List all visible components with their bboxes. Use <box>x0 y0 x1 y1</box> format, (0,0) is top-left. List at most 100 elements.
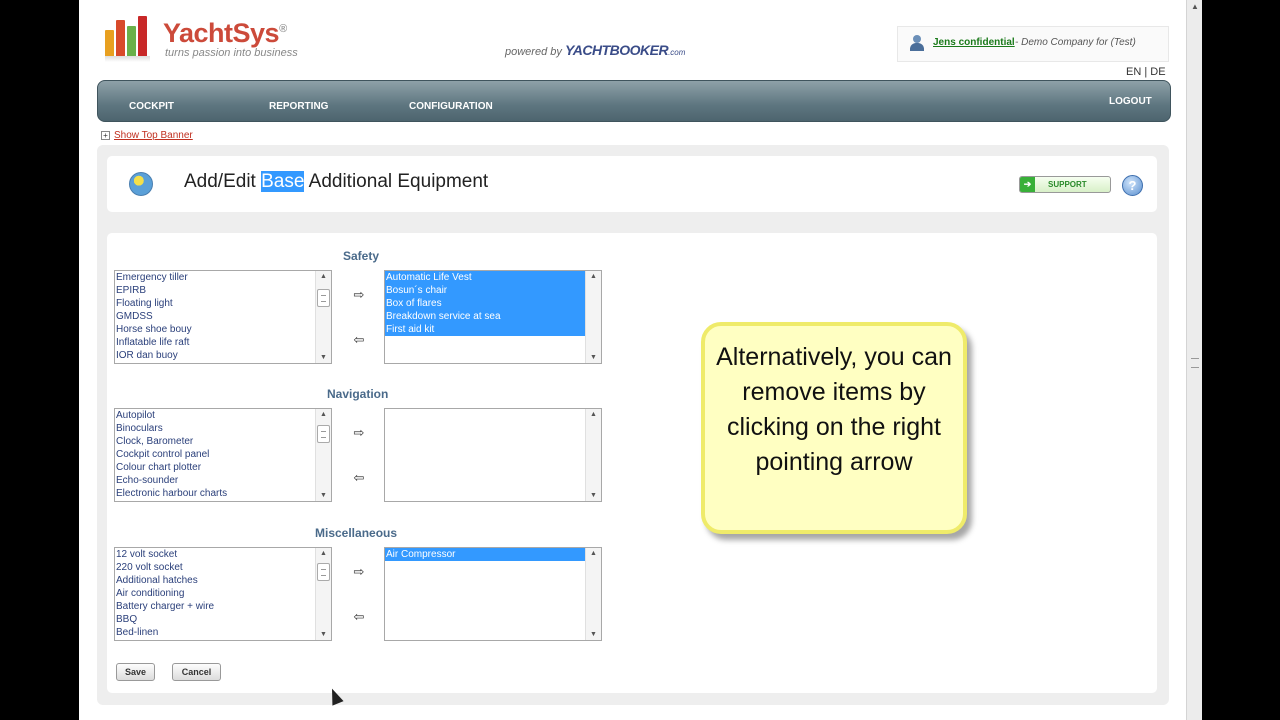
logo-bar <box>138 16 147 56</box>
arrow-right-icon: ➔ <box>1020 177 1035 192</box>
user-name-link[interactable]: Jens confidential <box>933 37 1015 48</box>
list-item[interactable]: EPIRB <box>115 284 331 297</box>
list-item[interactable]: Binoculars <box>115 422 331 435</box>
language-switch[interactable]: EN | DE <box>1126 66 1166 78</box>
list-item[interactable]: Automatic Life Vest <box>385 271 585 284</box>
support-button[interactable]: ➔ SUPPORT <box>1019 176 1111 193</box>
help-icon[interactable]: ? <box>1122 175 1143 196</box>
list-item[interactable]: Floating light <box>115 297 331 310</box>
list-item[interactable]: Bosun´s chair <box>385 284 585 297</box>
add-arrow-icon[interactable]: ⇨ <box>351 426 367 439</box>
list-item[interactable]: Additional hatches <box>115 574 331 587</box>
support-label: SUPPORT <box>1048 180 1087 189</box>
equipment-form: Safety Emergency tiller EPIRB Floating ligh… <box>107 233 1157 693</box>
title-highlight: Base <box>261 171 305 192</box>
scroll-down-icon[interactable]: ▼ <box>590 354 597 361</box>
list-item[interactable]: Air conditioning <box>115 587 331 600</box>
add-arrow-icon[interactable]: ⇨ <box>351 288 367 301</box>
list-item[interactable]: Battery charger + wire <box>115 600 331 613</box>
title-bar: Add/Edit Base Additional Equipment ➔ SUP… <box>107 156 1157 212</box>
selected-list[interactable]: Air Compressor ▲ ▼ <box>384 547 602 641</box>
list-item[interactable]: BBQ <box>115 613 331 626</box>
scroll-grip[interactable] <box>1191 358 1199 368</box>
list-item[interactable]: Breakdown service at sea <box>385 310 585 323</box>
scroll-up-icon[interactable]: ▲ <box>320 411 327 418</box>
user-box: Jens confidential - Demo Company for (Te… <box>897 26 1169 62</box>
list-item[interactable]: Electronic harbour charts <box>115 487 331 500</box>
list-scrollbar[interactable]: ▲ ▼ <box>315 548 331 640</box>
nav-reporting[interactable]: REPORTING <box>269 101 328 112</box>
yachtsys-logo <box>105 14 150 62</box>
list-item[interactable]: Air Compressor <box>385 548 585 561</box>
list-scrollbar[interactable]: ▲ ▼ <box>315 271 331 363</box>
scroll-down-icon[interactable]: ▼ <box>320 492 327 499</box>
list-item[interactable]: Autopilot <box>115 409 331 422</box>
available-list[interactable]: 12 volt socket 220 volt socket Additional … <box>114 547 332 641</box>
scroll-down-icon[interactable]: ▼ <box>590 492 597 499</box>
list-scrollbar[interactable]: ▲ ▼ <box>585 548 601 640</box>
scroll-thumb[interactable] <box>317 563 330 581</box>
list-item[interactable]: Emergency tiller <box>115 271 331 284</box>
logo-bar <box>127 26 136 56</box>
list-item[interactable]: Inflatable life raft <box>115 336 331 349</box>
remove-arrow-icon[interactable]: ⇦ <box>351 471 367 484</box>
list-item[interactable]: Bed-linen <box>115 626 331 639</box>
scroll-thumb[interactable] <box>317 289 330 307</box>
scroll-up-icon[interactable]: ▲ <box>320 273 327 280</box>
selected-list[interactable]: Automatic Life Vest Bosun´s chair Box of f… <box>384 270 602 364</box>
list-scrollbar[interactable]: ▲ ▼ <box>315 409 331 501</box>
nav-logout[interactable]: LOGOUT <box>1109 96 1152 107</box>
yachtbooker-logo: YACHTBOOKER <box>564 42 669 58</box>
nav-cockpit[interactable]: COCKPIT <box>129 101 174 112</box>
list-item[interactable]: Clock, Barometer <box>115 435 331 448</box>
powered-prefix: powered by <box>505 46 562 58</box>
plus-box-icon[interactable]: + <box>101 130 110 140</box>
list-scrollbar[interactable]: ▲ ▼ <box>585 409 601 501</box>
scroll-up-icon[interactable]: ▲ <box>590 550 597 557</box>
user-company: - Demo Company for (Test) <box>1015 37 1136 48</box>
page-scrollbar[interactable]: ▲ <box>1186 0 1203 720</box>
nav-configuration[interactable]: CONFIGURATION <box>409 101 493 112</box>
list-item[interactable]: 12 volt socket <box>115 548 331 561</box>
video-frame-left <box>0 0 79 720</box>
selected-list[interactable]: ▲ ▼ <box>384 408 602 502</box>
powered-suffix: .com <box>668 48 686 57</box>
scroll-up-icon[interactable]: ▲ <box>1191 2 1199 11</box>
show-top-banner-link[interactable]: Show Top Banner <box>114 130 193 141</box>
list-item[interactable]: IOR dan buoy <box>115 349 331 362</box>
scroll-down-icon[interactable]: ▼ <box>320 354 327 361</box>
list-item[interactable]: Cockpit control panel <box>115 448 331 461</box>
list-item[interactable]: First aid kit <box>385 323 585 336</box>
user-icon <box>910 35 924 51</box>
list-scrollbar[interactable]: ▲ ▼ <box>585 271 601 363</box>
list-item[interactable]: Colour chart plotter <box>115 461 331 474</box>
show-top-banner[interactable]: + Show Top Banner <box>101 130 193 141</box>
available-list[interactable]: Emergency tiller EPIRB Floating light GMDSS… <box>114 270 332 364</box>
callout-text: Alternatively, you can remove items by c… <box>716 343 952 476</box>
available-list[interactable]: Autopilot Binoculars Clock, Barometer Cockp… <box>114 408 332 502</box>
scroll-up-icon[interactable]: ▲ <box>320 550 327 557</box>
list-item[interactable]: 220 volt socket <box>115 561 331 574</box>
tutorial-callout: Alternatively, you can remove items by c… <box>701 322 967 534</box>
cancel-button[interactable]: Cancel <box>172 663 221 681</box>
scroll-thumb[interactable] <box>317 425 330 443</box>
page: YachtSys® turns passion into business po… <box>79 0 1186 720</box>
list-item[interactable]: Horse shoe bouy <box>115 323 331 336</box>
list-item[interactable]: GMDSS <box>115 310 331 323</box>
section-title: Safety <box>343 249 380 263</box>
scroll-down-icon[interactable]: ▼ <box>590 631 597 638</box>
remove-arrow-icon[interactable]: ⇦ <box>351 333 367 346</box>
logo-bar <box>105 30 114 56</box>
add-arrow-icon[interactable]: ⇨ <box>351 565 367 578</box>
list-item[interactable]: Echo-sounder <box>115 474 331 487</box>
scroll-up-icon[interactable]: ▲ <box>590 411 597 418</box>
scroll-down-icon[interactable]: ▼ <box>320 631 327 638</box>
remove-arrow-icon[interactable]: ⇦ <box>351 610 367 623</box>
save-button[interactable]: Save <box>116 663 155 681</box>
list-item[interactable]: Box of flares <box>385 297 585 310</box>
page-title: Add/Edit Base Additional Equipment <box>184 171 489 192</box>
logo-reflection <box>105 56 150 62</box>
logo-bar <box>116 20 125 56</box>
globe-icon <box>129 172 153 196</box>
scroll-up-icon[interactable]: ▲ <box>590 273 597 280</box>
